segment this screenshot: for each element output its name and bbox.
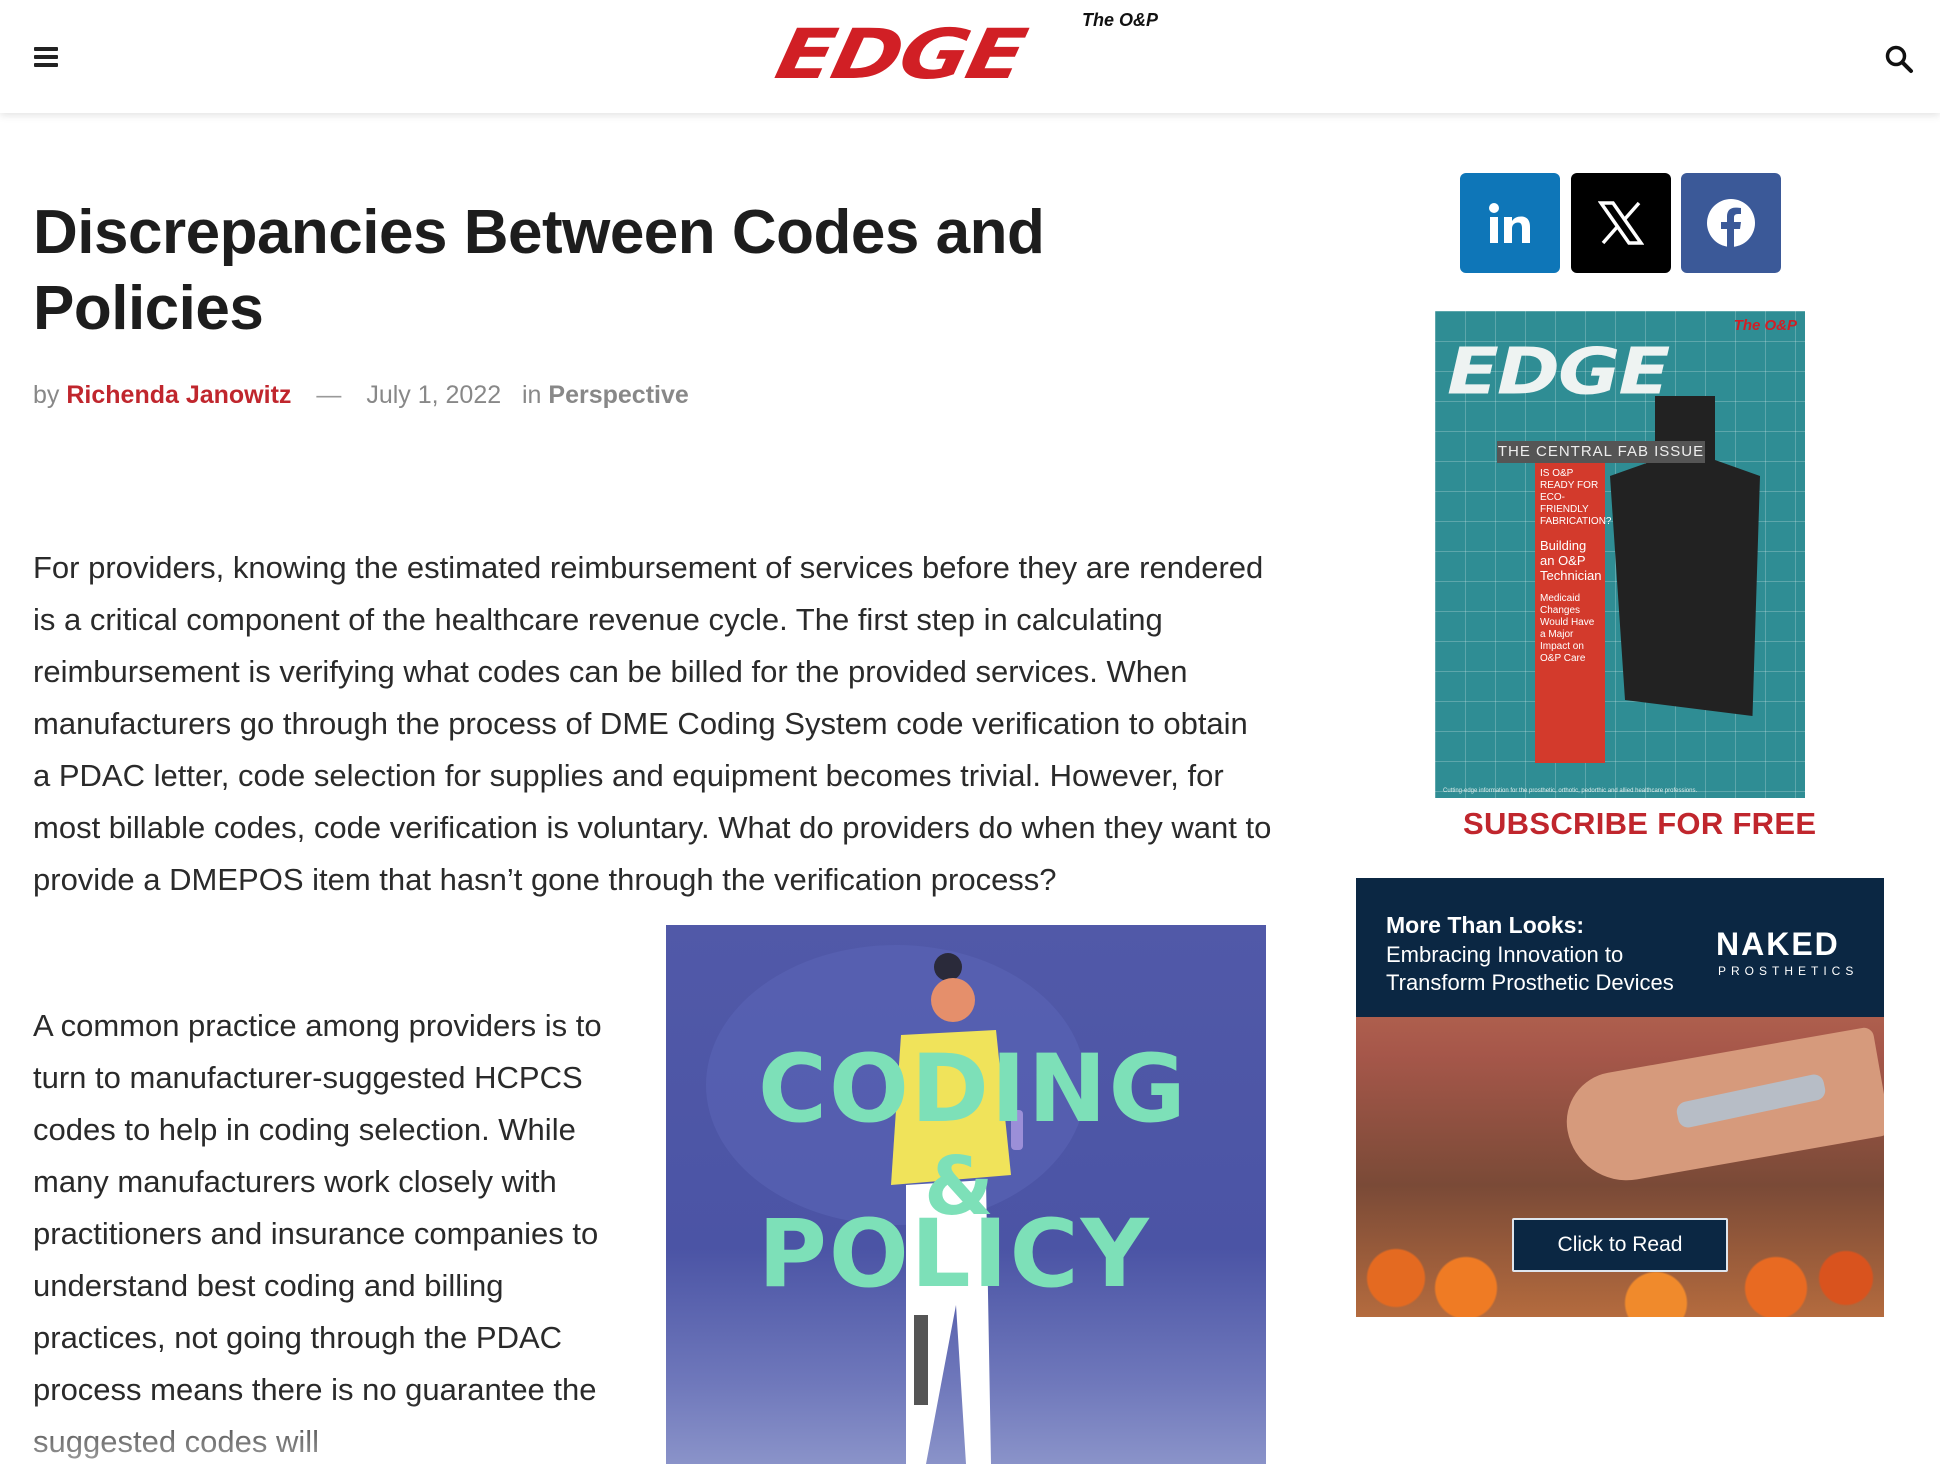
author-link[interactable]: Richenda Janowitz [66,381,291,409]
ad-brand-logo: NAKED [1716,926,1840,962]
facebook-icon [1707,199,1755,248]
image-word-policy: POLICY [758,1200,1151,1309]
ad-subtitle: Transform Prosthetic Devices [1386,970,1674,995]
text-fade-overlay [0,1400,660,1464]
site-header: EDGE The O&P [0,0,1940,113]
subscribe-link[interactable]: SUBSCRIBE FOR FREE [1463,806,1816,842]
cover-footer-text: Cutting-edge information for the prosthe… [1443,788,1698,794]
article-meta: by Richenda Janowitz — July 1, 2022 in P… [33,381,689,410]
article-title: Discrepancies Between Codes and Policies [33,198,1045,343]
article-paragraph: For providers, knowing the estimated rei… [33,550,1272,897]
logo-the-op-text: The O&P [1081,10,1158,30]
x-button[interactable] [1571,173,1671,273]
image-word-coding: CODING [758,1035,1188,1144]
linkedin-icon [1489,203,1530,243]
cover-teaser-panel: IS O&P READY FOR ECO-FRIENDLY FABRICATIO… [1535,463,1612,763]
cover-teaser: Medicaid Changes Would Have a Major Impa… [1540,593,1595,664]
publish-date: July 1, 2022 [366,381,502,409]
cover-issue-banner: THE CENTRAL FAB ISSUE [1497,441,1705,463]
ad-subtitle: Embracing Innovation to [1386,942,1624,967]
meta-separator: — [316,381,342,409]
site-logo[interactable]: EDGE The O&P [769,10,1160,96]
sidebar-ad[interactable]: More Than Looks: Embracing Innovation to… [1356,878,1884,1317]
logo-edge-text: EDGE [769,14,1032,95]
linkedin-button[interactable] [1460,173,1560,273]
ad-header-band: More Than Looks: Embracing Innovation to… [1356,878,1884,1017]
category-link[interactable]: Perspective [548,381,688,409]
menu-icon[interactable] [34,47,58,67]
ad-brand-sub: PROSTHETICS [1718,964,1859,978]
byline-prefix: by [33,381,60,409]
x-icon [1598,201,1644,245]
in-label: in [521,381,542,409]
article-paragraph: A common practice among providers is to … [33,1008,602,1459]
article-image: CODING & POLICY [666,925,1266,1464]
cover-the-op: The O&P [1733,317,1797,334]
ad-click-to-read-button[interactable]: Click to Read [1512,1218,1728,1272]
search-icon[interactable] [1884,44,1914,74]
ad-title: More Than Looks: [1386,912,1585,938]
cover-title: EDGE [1447,333,1670,409]
magazine-cover[interactable]: The O&P EDGE THE CENTRAL FAB ISSUE IS O&… [1435,311,1805,798]
cover-teaser: Building an O&P Technician [1540,538,1602,583]
facebook-button[interactable] [1681,173,1781,273]
cover-teaser: IS O&P READY FOR ECO-FRIENDLY FABRICATIO… [1540,468,1612,527]
